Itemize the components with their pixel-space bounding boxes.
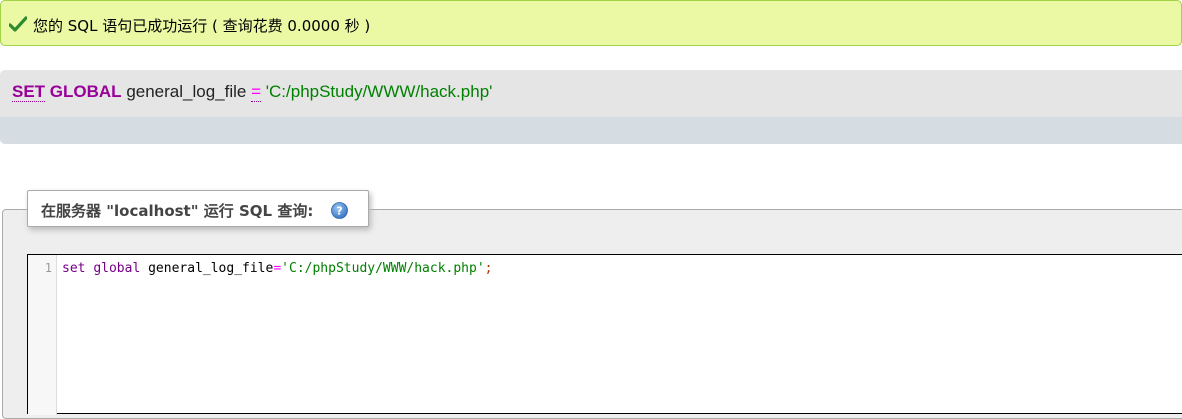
editor-keyword-global: global bbox=[93, 261, 141, 276]
editor-keyword-set: set bbox=[62, 261, 86, 276]
editor-string-value: 'C:/phpStudy/WWW/hack.php' bbox=[281, 261, 485, 276]
executed-query-code: SET GLOBAL general_log_file = 'C:/phpStu… bbox=[12, 82, 492, 102]
line-number: 1 bbox=[44, 261, 52, 275]
checkmark-icon bbox=[9, 16, 27, 32]
sql-keyword-set-link[interactable]: SET bbox=[12, 82, 46, 102]
sql-string-value: 'C:/phpStudy/WWW/hack.php' bbox=[265, 82, 493, 101]
svg-text:?: ? bbox=[336, 205, 342, 218]
sql-query-legend: 在服务器 "localhost" 运行 SQL 查询: ? bbox=[27, 190, 369, 227]
sql-query-legend-label: 在服务器 "localhost" 运行 SQL 查询: bbox=[41, 202, 314, 220]
editor-code-line[interactable]: set global general_log_file='C:/phpStudy… bbox=[62, 261, 493, 276]
sql-operator-link[interactable]: = bbox=[251, 82, 262, 102]
query-actions-bar bbox=[0, 117, 1182, 144]
help-icon[interactable]: ? bbox=[331, 202, 348, 219]
editor-variable: general_log_file bbox=[148, 261, 274, 276]
sql-variable-name: general_log_file bbox=[126, 82, 247, 101]
sql-editor[interactable]: 1 set global general_log_file='C:/phpStu… bbox=[27, 254, 1182, 415]
executed-query-box: SET GLOBAL general_log_file = 'C:/phpStu… bbox=[0, 70, 1182, 144]
sql-keyword-global: GLOBAL bbox=[49, 82, 122, 101]
editor-gutter: 1 bbox=[28, 255, 57, 415]
editor-terminator: ; bbox=[484, 261, 493, 276]
success-message-text: 您的 SQL 语句已成功运行 ( 查询花费 0.0000 秒 ) bbox=[33, 17, 371, 35]
success-message-bar: 您的 SQL 语句已成功运行 ( 查询花费 0.0000 秒 ) bbox=[0, 0, 1182, 46]
editor-operator: = bbox=[273, 261, 282, 276]
